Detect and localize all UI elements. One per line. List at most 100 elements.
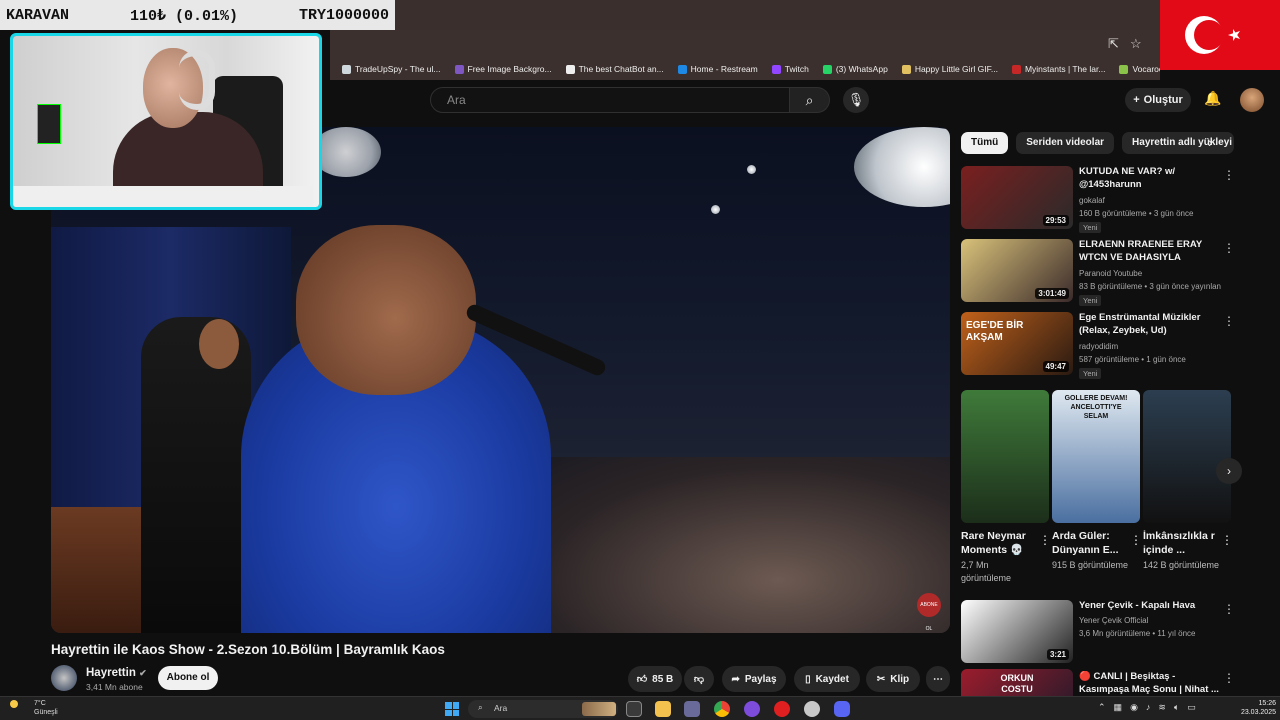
more-options-icon[interactable]: ⋮: [1223, 671, 1235, 685]
save-button[interactable]: ▯ Kaydet: [794, 666, 860, 692]
like-count: 85 B: [652, 673, 674, 685]
short-thumbnail[interactable]: GOLLERE DEVAM! ANCELOTTI'YE SELAM: [1052, 390, 1140, 523]
chevron-right-icon[interactable]: ›: [1216, 458, 1242, 484]
more-options-icon[interactable]: ⋮: [1223, 241, 1235, 255]
more-options-icon[interactable]: ⋮: [1221, 533, 1233, 547]
thumbs-down-icon: 👎︎: [693, 674, 705, 685]
recommendation-item[interactable]: 3:21 Yener Çevik - Kapalı Hava Yener Çev…: [961, 600, 1261, 666]
discord-icon[interactable]: [834, 701, 850, 717]
subscriber-count: 3,41 Mn abone: [86, 682, 143, 692]
new-badge: Yeni: [1079, 295, 1102, 306]
video-thumbnail[interactable]: ORKUN COSTU: [961, 669, 1073, 696]
battery-icon[interactable]: ▭: [1187, 702, 1196, 713]
search-icon: ⌕: [805, 92, 814, 108]
video-thumbnail[interactable]: 3:21: [961, 600, 1073, 663]
voice-search-button[interactable]: 🎙: [843, 87, 869, 113]
dislike-button[interactable]: 👎︎: [684, 666, 714, 692]
obs-record-icon[interactable]: [774, 701, 790, 717]
chip-all[interactable]: Tümü: [961, 132, 1009, 154]
filter-chips: Tümü Seriden videolar Hayrettin adlı yük…: [961, 132, 1235, 154]
short-item[interactable]: İmkânsızlıkla r içinde ... 142 B görüntü…: [1143, 390, 1233, 572]
create-button[interactable]: + Oluştur: [1125, 88, 1191, 112]
app-icon[interactable]: [804, 701, 820, 717]
chip-series[interactable]: Seriden videolar: [1016, 132, 1115, 154]
short-item[interactable]: GOLLERE DEVAM! ANCELOTTI'YE SELAM Arda G…: [1052, 390, 1142, 572]
bookmark-star-icon[interactable]: ☆: [1130, 36, 1142, 52]
short-thumbnail[interactable]: [1143, 390, 1231, 523]
subscribe-watermark[interactable]: ABONE OL: [917, 593, 941, 632]
app-tray-icon[interactable]: ◉: [1130, 702, 1138, 713]
weather-temp: 7°C: [34, 700, 46, 707]
recommendation-item[interactable]: 3:01:49 ELRAENN RRAENEE ERAY WTCN VE DAH…: [961, 239, 1261, 306]
bookmark-item[interactable]: Vocaroo | Çevrim iç...: [1119, 64, 1160, 74]
bookmark-label: The best ChatBot an...: [578, 64, 664, 74]
bookmark-item[interactable]: TradeUpSpy - The ul...: [342, 64, 441, 74]
file-explorer-icon[interactable]: [655, 701, 671, 717]
like-button[interactable]: 👍︎ 85 B: [628, 666, 682, 692]
chrome-icon[interactable]: [714, 701, 730, 717]
bell-icon: 🔔: [1204, 90, 1222, 106]
bookmark-label: Free Image Backgro...: [467, 64, 552, 74]
wifi-icon[interactable]: ≋: [1158, 702, 1166, 713]
more-options-icon[interactable]: ⋮: [1130, 533, 1142, 547]
more-options-icon[interactable]: ⋮: [1223, 602, 1235, 616]
channel-avatar[interactable]: [51, 665, 77, 691]
chevron-up-icon[interactable]: ⌃: [1098, 702, 1106, 713]
more-options-icon[interactable]: ⋮: [1223, 168, 1235, 182]
mic-icon[interactable]: ♪: [1146, 702, 1151, 713]
messenger-icon[interactable]: [744, 701, 760, 717]
task-view-icon[interactable]: [626, 701, 642, 717]
clock-time: 15:26: [1258, 700, 1276, 707]
verified-icon: ✔: [139, 668, 147, 678]
share-button[interactable]: ➦ Paylaş: [722, 666, 786, 692]
weather-widget[interactable]: 7°C Güneşli: [10, 699, 58, 717]
bookmark-item[interactable]: Twitch: [771, 64, 809, 74]
volume-icon[interactable]: 🔈︎: [1174, 702, 1179, 713]
stage-light: [747, 165, 756, 174]
bookmark-favicon-icon: [342, 64, 351, 74]
duration-badge: 3:21: [1046, 649, 1069, 660]
channel-name[interactable]: Hayrettin ✔: [86, 667, 147, 679]
bookmark-item[interactable]: (3) WhatsApp: [822, 64, 888, 74]
recommendation-item[interactable]: ORKUN COSTU 🔴 CANLI | Beşiktaş - Kasımpa…: [961, 669, 1261, 696]
desk: [13, 186, 313, 207]
taskbar-app-thumbnail[interactable]: [582, 702, 616, 716]
recommendation-item[interactable]: EGE'DE BİR AKŞAM 49:47 Ege Enstrümantal …: [961, 312, 1261, 379]
recommendation-item[interactable]: 29:53 KUTUDA NE VAR? w/ @1453harunn goka…: [961, 166, 1261, 233]
install-app-icon[interactable]: ⇱: [1108, 36, 1119, 52]
search-button[interactable]: ⌕: [790, 87, 830, 113]
clock[interactable]: 15:26 23.03.2025: [1236, 699, 1276, 717]
more-options-icon[interactable]: ⋮: [1223, 314, 1235, 328]
short-item[interactable]: Rare Neymar Moments 💀 2,7 Mn görüntüleme…: [961, 390, 1051, 585]
more-options-icon[interactable]: ⋮: [1039, 533, 1051, 547]
video-thumbnail[interactable]: 29:53: [961, 166, 1073, 229]
network-icon[interactable]: ▦: [1114, 702, 1123, 713]
address-bar[interactable]: ⇱ ☆: [330, 30, 1160, 58]
account-avatar[interactable]: [1240, 88, 1264, 112]
bookmark-item[interactable]: Myinstants | The lar...: [1011, 64, 1105, 74]
search-input[interactable]: Ara: [430, 87, 790, 113]
subscribe-button[interactable]: Abone ol: [158, 666, 218, 690]
short-thumbnail[interactable]: [961, 390, 1049, 523]
recommendation-title: KUTUDA NE VAR? w/ @1453harunn: [1079, 166, 1176, 190]
bookmark-item[interactable]: Happy Little Girl GIF...: [901, 64, 998, 74]
recommendation-meta: 83 B görüntüleme • 3 gün önce yayınlandı: [1079, 282, 1221, 291]
short-views: 2,7 Mn görüntüleme: [961, 560, 1012, 583]
bookmark-item[interactable]: Free Image Backgro...: [454, 64, 552, 74]
windows-start-icon[interactable]: [445, 702, 459, 716]
recommendation-channel: Paranoid Youtube: [1079, 269, 1143, 278]
clock-date: 23.03.2025: [1240, 709, 1276, 716]
sun-icon: [10, 700, 18, 708]
store-icon[interactable]: [684, 701, 700, 717]
clip-button[interactable]: ✂ Klip: [866, 666, 920, 692]
more-actions-button[interactable]: ⋯: [926, 666, 950, 692]
chevron-right-icon[interactable]: ›: [1208, 134, 1213, 150]
bookmark-item[interactable]: The best ChatBot an...: [565, 64, 664, 74]
chip-uploader[interactable]: Hayrettin adlı yükleyi: [1122, 132, 1235, 154]
recommendation-channel: radyodidim: [1079, 342, 1119, 351]
notifications-button[interactable]: 🔔: [1204, 90, 1221, 107]
bookmark-item[interactable]: Home - Restream: [677, 64, 758, 74]
video-thumbnail[interactable]: EGE'DE BİR AKŞAM 49:47: [961, 312, 1073, 375]
video-thumbnail[interactable]: 3:01:49: [961, 239, 1073, 302]
recommendation-channel: Yener Çevik Official: [1079, 616, 1149, 625]
